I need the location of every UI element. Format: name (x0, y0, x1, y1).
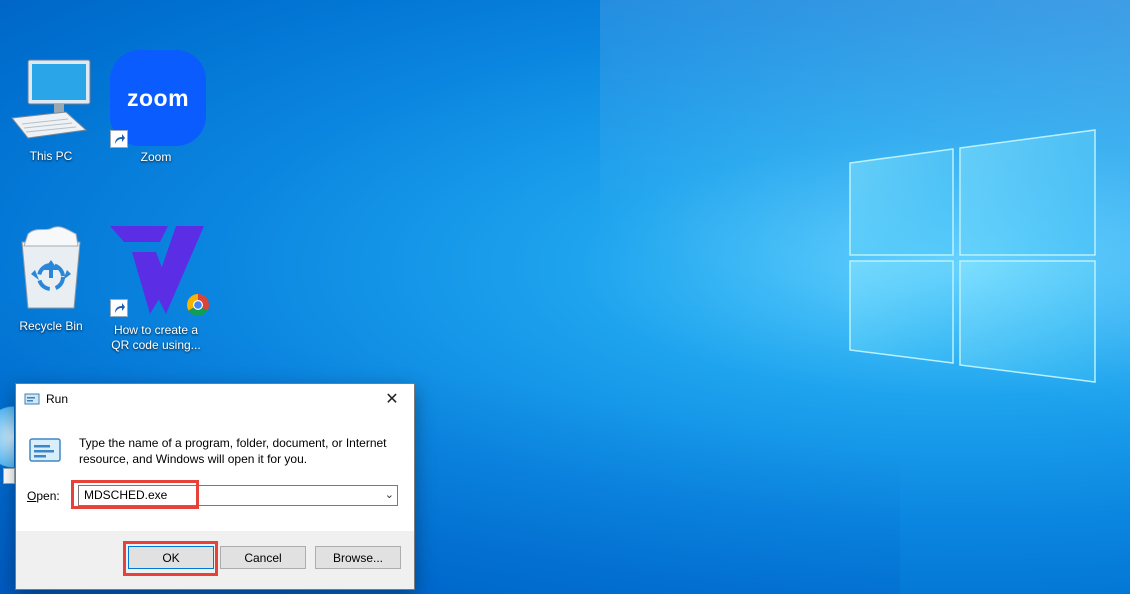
run-dialog-title: Run (46, 392, 69, 406)
windows-logo-wallpaper (849, 129, 1096, 383)
chevron-down-icon[interactable]: ⌄ (385, 488, 394, 501)
desktop-icon-label-line2: QR code using... (111, 338, 201, 352)
description-line-1: Type the name of a program, folder, docu… (79, 436, 387, 450)
run-dialog-description: Type the name of a program, folder, docu… (79, 435, 409, 467)
open-label: Open: (27, 489, 60, 503)
run-dialog-body: Type the name of a program, folder, docu… (16, 414, 414, 531)
close-icon: ✕ (385, 391, 399, 408)
desktop-icon-label: Recycle Bin (19, 319, 83, 333)
description-line-2: resource, and Windows will open it for y… (79, 452, 308, 466)
zoom-logo-text: zoom (126, 84, 190, 111)
shortcut-arrow-icon (110, 299, 128, 317)
desktop-icon-label: Zoom (140, 150, 172, 164)
desktop-icon-recycle-bin[interactable]: Recycle Bin (5, 222, 97, 334)
shortcut-arrow-icon (110, 130, 128, 148)
cancel-button[interactable]: Cancel (220, 546, 306, 569)
desktop-icon-qr-code-shortcut[interactable]: How to create a QR code using... (110, 222, 209, 353)
desktop-icon-label-line1: How to create a (113, 323, 199, 337)
computer-icon (11, 59, 91, 139)
highlight-box-ok-button (123, 541, 218, 576)
run-program-icon (29, 438, 61, 462)
run-dialog-footer: OK Cancel Browse... (16, 531, 414, 589)
recycle-bin-icon (21, 226, 81, 309)
desktop-icon-zoom[interactable]: zoom Zoom (110, 48, 206, 165)
run-icon (24, 393, 40, 405)
close-button[interactable]: ✕ (370, 384, 414, 414)
browse-button-label: Browse... (332, 550, 383, 565)
shortcut-arrow-icon (3, 468, 15, 484)
desktop-icon-label: This PC (29, 149, 73, 163)
cancel-button-label: Cancel (244, 550, 282, 565)
desktop-icon-this-pc[interactable]: This PC (5, 52, 97, 164)
chrome-icon (187, 294, 209, 316)
run-dialog-titlebar[interactable]: Run ✕ (16, 384, 414, 414)
browse-button[interactable]: Browse... (315, 546, 401, 569)
run-dialog: Run ✕ Type the name of a program, folder… (15, 383, 415, 590)
highlight-box-open-field (71, 480, 199, 509)
